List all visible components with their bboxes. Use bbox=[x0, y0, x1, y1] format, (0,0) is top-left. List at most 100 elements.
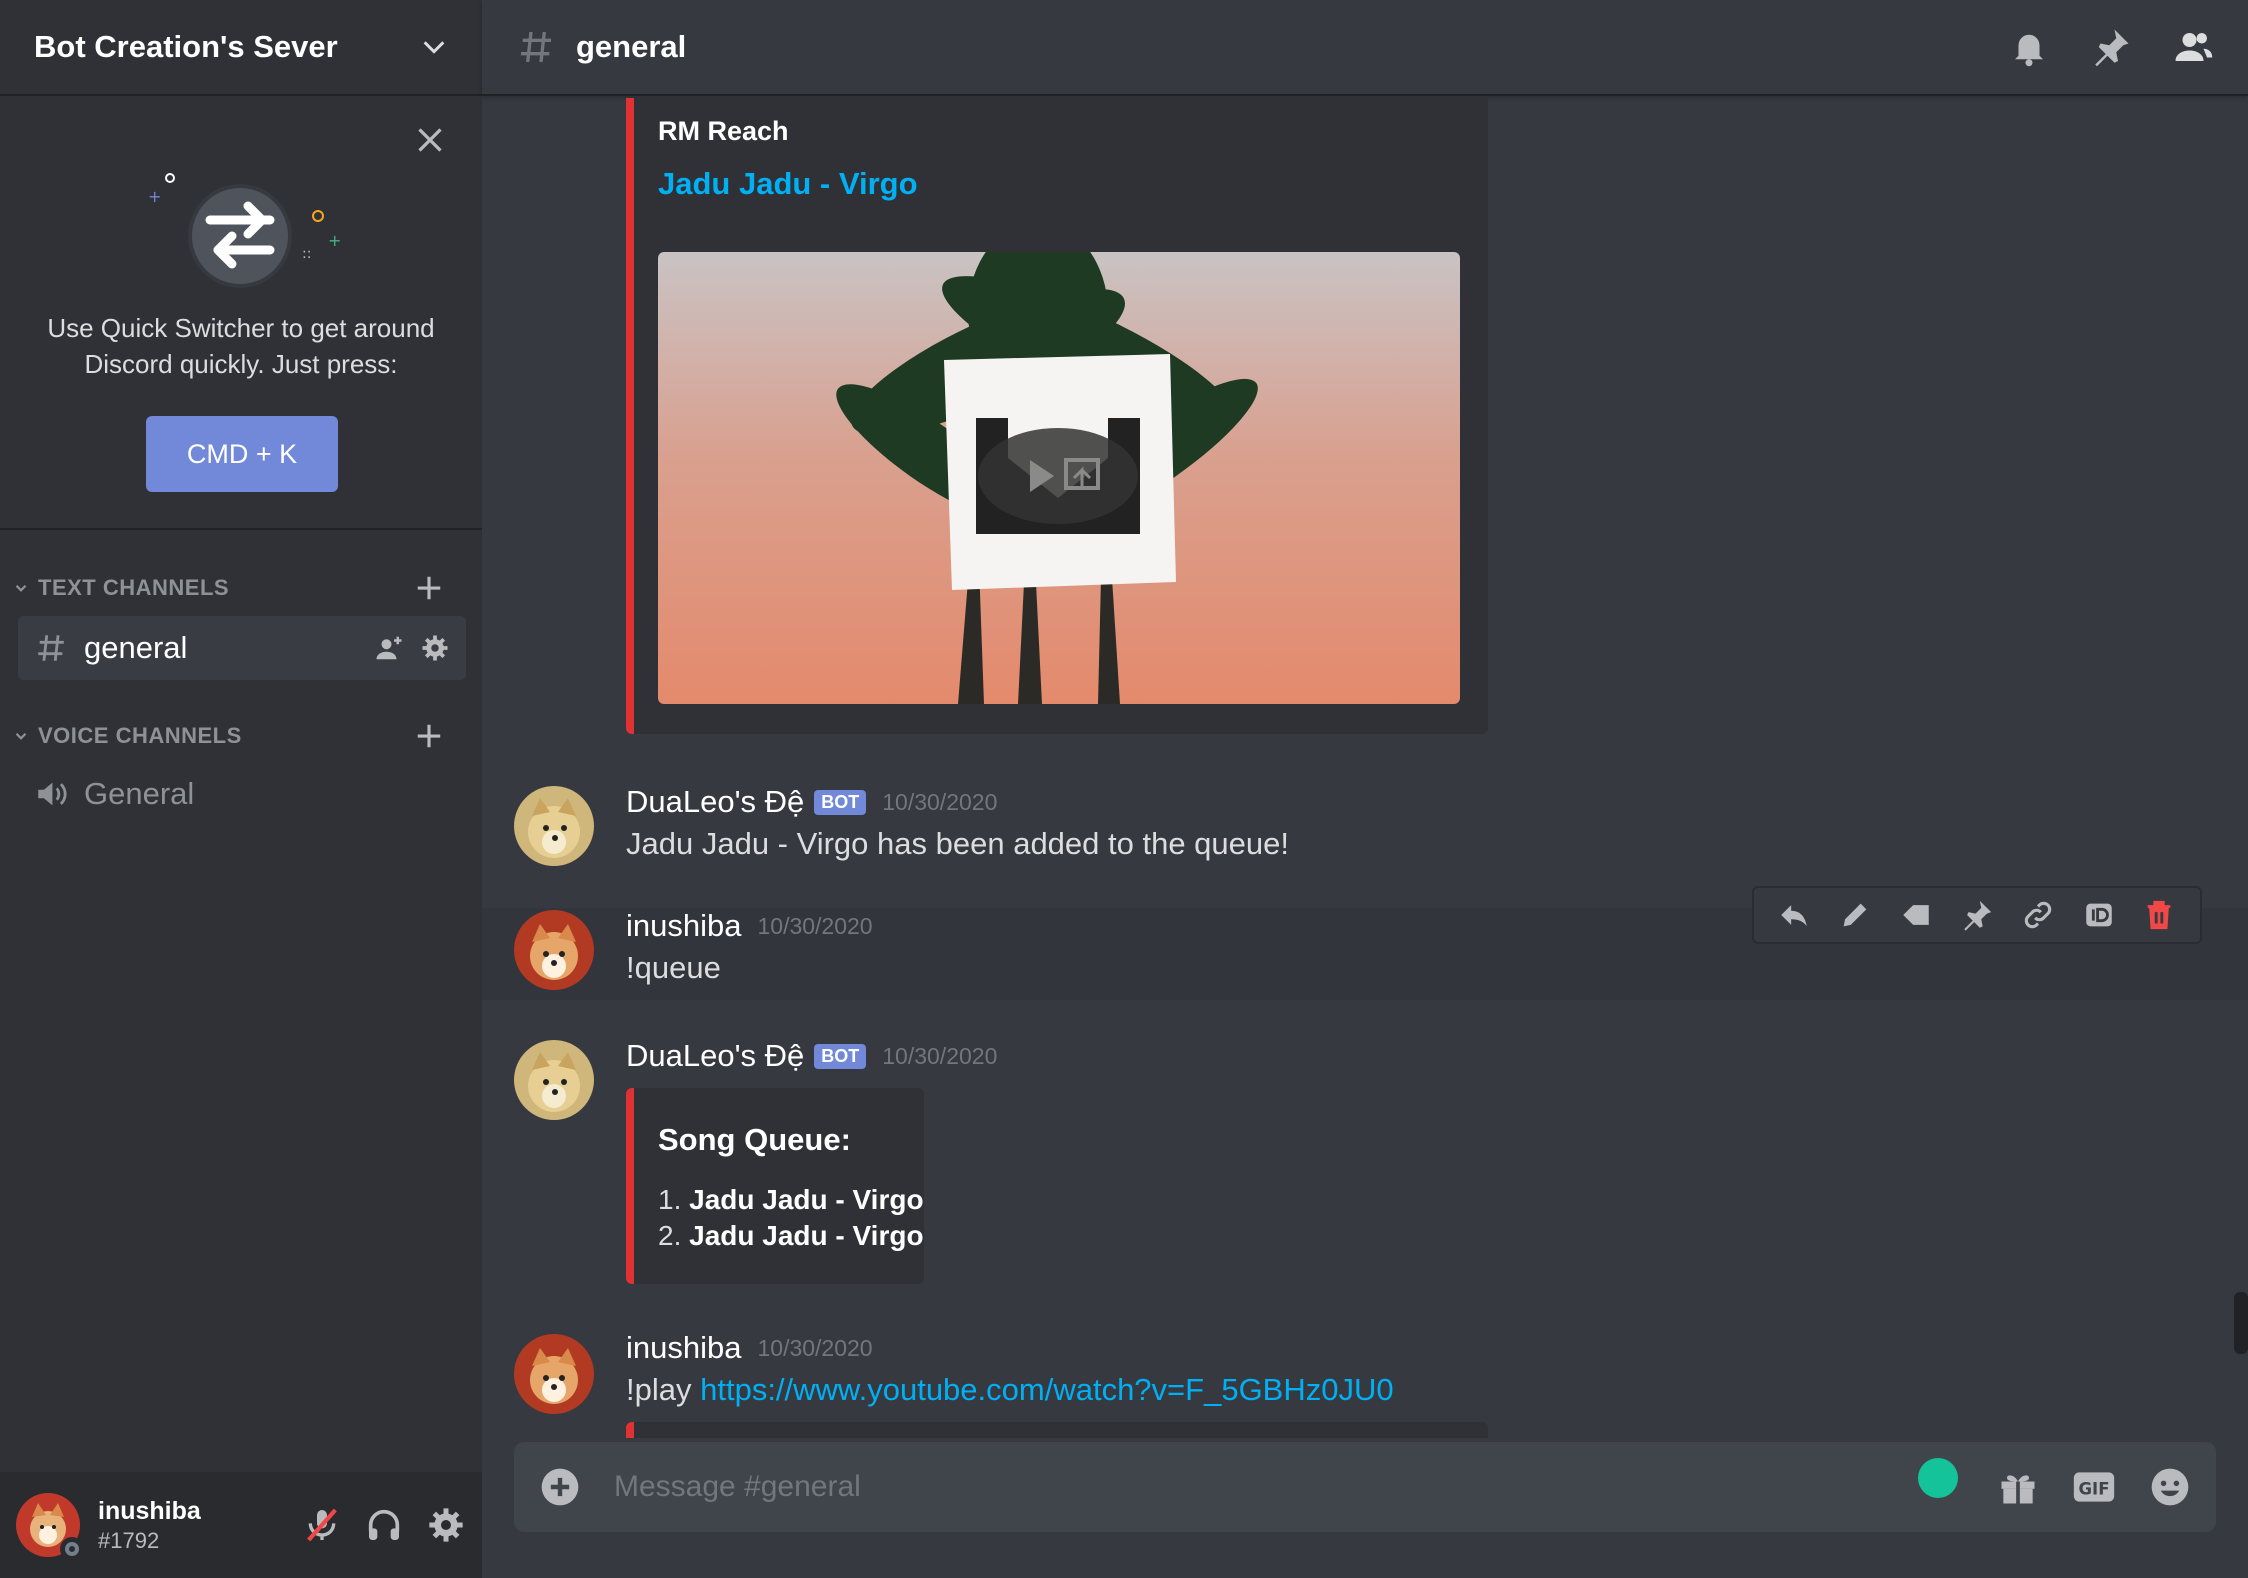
svg-text:GIF: GIF bbox=[2079, 1479, 2110, 1498]
message-content: !queue bbox=[626, 950, 721, 985]
server-name: Bot Creation's Sever bbox=[34, 29, 338, 64]
chevron-down-icon bbox=[15, 732, 27, 740]
voice-channel-item-general[interactable]: General bbox=[18, 762, 466, 826]
video-thumbnail[interactable] bbox=[658, 252, 1460, 704]
emoji-icon[interactable] bbox=[2148, 1465, 2192, 1509]
queue-item-number: 2. bbox=[658, 1220, 682, 1251]
mic-muted-icon[interactable] bbox=[302, 1505, 342, 1545]
message: inushiba 10/30/2020 !play https://www.yo… bbox=[482, 1330, 2248, 1438]
doge-avatar-icon bbox=[514, 1040, 594, 1120]
copy-id-icon[interactable] bbox=[2082, 898, 2116, 932]
quick-switcher-tip: + + :: Use Quick Switcher to get around … bbox=[0, 98, 482, 530]
gear-icon[interactable] bbox=[426, 1505, 466, 1545]
text-channels-category[interactable]: TEXT CHANNELS bbox=[12, 568, 472, 608]
svg-text:+: + bbox=[328, 231, 341, 250]
channel-header: general bbox=[482, 0, 2248, 96]
message-header: inushiba 10/30/2020 bbox=[626, 908, 873, 944]
user-info: inushiba #1792 bbox=[98, 1497, 302, 1554]
chat-area: general RM Reach Jadu Jadu - Virgo DuaLe… bbox=[482, 0, 2248, 1578]
avatar[interactable] bbox=[514, 786, 594, 866]
avatar[interactable] bbox=[514, 1334, 594, 1414]
shiba-avatar-icon bbox=[514, 910, 594, 990]
trash-icon[interactable] bbox=[2142, 898, 2176, 932]
queue-item-number: 1. bbox=[658, 1184, 682, 1215]
next-embed-edge bbox=[626, 1422, 1488, 1438]
pin-icon[interactable] bbox=[2090, 26, 2132, 68]
tag-icon[interactable] bbox=[1899, 898, 1933, 932]
avatar[interactable] bbox=[16, 1493, 84, 1561]
server-header[interactable]: Bot Creation's Sever bbox=[0, 0, 482, 96]
reply-icon[interactable] bbox=[1777, 898, 1811, 932]
timestamp: 10/30/2020 bbox=[757, 912, 873, 939]
bot-badge: BOT bbox=[814, 1043, 867, 1069]
channel-tools bbox=[374, 633, 450, 663]
member-list-icon[interactable] bbox=[2172, 26, 2214, 68]
add-attachment-icon[interactable] bbox=[538, 1465, 582, 1509]
user-tag: #1792 bbox=[98, 1527, 160, 1553]
category-label: TEXT CHANNELS bbox=[38, 575, 230, 600]
channel-name: general bbox=[84, 630, 188, 665]
author-name[interactable]: DuaLeo's Đệ bbox=[626, 784, 804, 820]
gear-icon[interactable] bbox=[420, 633, 450, 663]
gift-icon[interactable] bbox=[1996, 1465, 2040, 1509]
bell-icon[interactable] bbox=[2008, 26, 2050, 68]
invite-icon[interactable] bbox=[374, 633, 404, 663]
timestamp: 10/30/2020 bbox=[757, 1334, 873, 1361]
voice-channels-category[interactable]: VOICE CHANNELS bbox=[12, 716, 472, 756]
pin-icon[interactable] bbox=[1960, 898, 1994, 932]
header-toolbar bbox=[2008, 26, 2214, 68]
message-header: inushiba 10/30/2020 bbox=[626, 1330, 873, 1366]
video-embed: RM Reach Jadu Jadu - Virgo bbox=[626, 98, 1488, 734]
author-name[interactable]: DuaLeo's Đệ bbox=[626, 1038, 804, 1074]
message: DuaLeo's Đệ BOT 10/30/2020 Jadu Jadu - V… bbox=[482, 764, 2248, 888]
author-name[interactable]: inushiba bbox=[626, 1330, 741, 1366]
message-text: !play bbox=[626, 1372, 701, 1407]
avatar[interactable] bbox=[514, 910, 594, 990]
embed-title-link[interactable]: Jadu Jadu - Virgo bbox=[658, 166, 918, 202]
timestamp: 10/30/2020 bbox=[882, 1042, 998, 1069]
queue-item: 2. Jadu Jadu - Virgo bbox=[658, 1220, 924, 1252]
status-offline-icon bbox=[60, 1537, 84, 1561]
timestamp: 10/30/2020 bbox=[882, 788, 998, 815]
user-controls bbox=[302, 1505, 466, 1545]
quick-switcher-illustration-icon: + + :: bbox=[148, 173, 341, 288]
edit-pencil-icon[interactable] bbox=[1838, 898, 1872, 932]
queue-item-title: Jadu Jadu - Virgo bbox=[689, 1184, 924, 1215]
avatar[interactable] bbox=[514, 1040, 594, 1120]
chevron-down-icon bbox=[15, 584, 27, 592]
channel-title: general bbox=[576, 29, 687, 64]
message-content: Jadu Jadu - Virgo has been added to the … bbox=[626, 826, 1290, 861]
message-list: RM Reach Jadu Jadu - Virgo DuaLeo's Đệ B… bbox=[482, 98, 2248, 1438]
scrollbar-thumb[interactable] bbox=[2234, 1292, 2248, 1354]
message-actions-toolbar bbox=[1752, 886, 2202, 944]
queue-item-title: Jadu Jadu - Virgo bbox=[689, 1220, 924, 1251]
gif-icon[interactable]: GIF bbox=[2072, 1465, 2116, 1509]
message-input[interactable]: Message #general bbox=[614, 1470, 1996, 1504]
composer-tools: GIF bbox=[1996, 1465, 2192, 1509]
palm-tree-thumbnail-icon bbox=[658, 252, 1460, 704]
author-name[interactable]: inushiba bbox=[626, 908, 741, 944]
close-icon[interactable] bbox=[412, 122, 448, 158]
queue-item: 1. Jadu Jadu - Virgo bbox=[658, 1184, 924, 1216]
add-channel-icon[interactable] bbox=[414, 721, 444, 751]
add-channel-icon[interactable] bbox=[414, 573, 444, 603]
queue-title: Song Queue: bbox=[658, 1122, 851, 1157]
message-content: !play https://www.youtube.com/watch?v=F_… bbox=[626, 1372, 1394, 1408]
headphones-icon[interactable] bbox=[364, 1505, 404, 1545]
quick-switcher-text: Use Quick Switcher to get around Discord… bbox=[47, 313, 435, 379]
discord-app: Bot Creation's Sever + + :: Use Quick Sw… bbox=[0, 0, 2248, 1578]
message-header: DuaLeo's Đệ BOT 10/30/2020 bbox=[626, 1038, 997, 1074]
hash-icon bbox=[521, 31, 551, 63]
quick-switcher-shortcut-button[interactable]: CMD + K bbox=[146, 416, 338, 492]
message-composer: Message #general GIF bbox=[514, 1442, 2216, 1532]
link-icon[interactable] bbox=[2021, 898, 2055, 932]
svg-text:::: :: bbox=[302, 246, 311, 262]
channel-sidebar: Bot Creation's Sever + + :: Use Quick Sw… bbox=[0, 0, 482, 1578]
youtube-link[interactable]: https://www.youtube.com/watch?v=F_5GBHz0… bbox=[700, 1372, 1394, 1407]
channel-item-general[interactable]: general bbox=[18, 616, 466, 680]
grammarly-icon[interactable] bbox=[1918, 1458, 1958, 1498]
chevron-down-icon bbox=[423, 41, 445, 54]
queue-embed: Song Queue: 1. Jadu Jadu - Virgo 2. Jadu… bbox=[626, 1088, 924, 1284]
shiba-avatar-icon bbox=[514, 1334, 594, 1414]
user-panel: inushiba #1792 bbox=[0, 1472, 482, 1578]
